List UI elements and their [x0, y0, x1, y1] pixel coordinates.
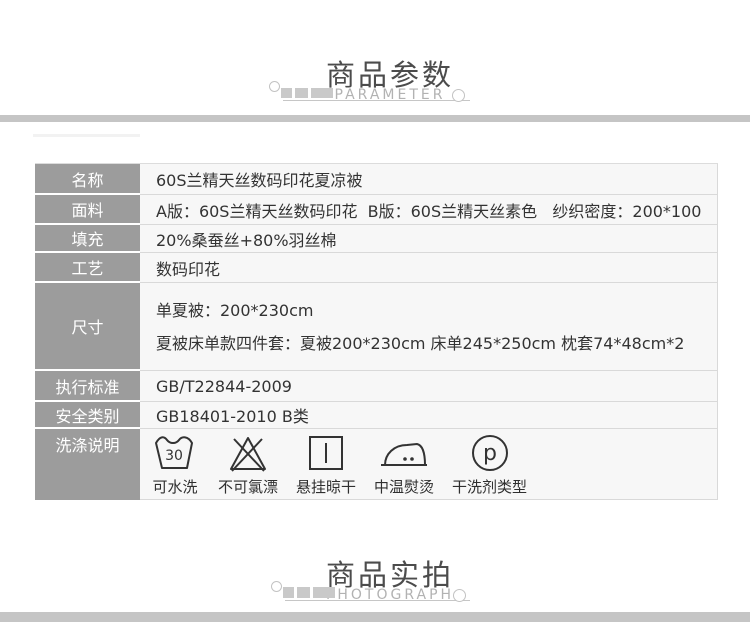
- deco-circle-left: [269, 81, 280, 92]
- table-row-craft: 工艺 数码印花: [35, 253, 718, 283]
- row-label-size: 尺寸: [35, 283, 140, 371]
- row-value-name: 60S兰精天丝数码印花夏凉被: [140, 164, 718, 195]
- iron-medium-icon: [381, 442, 428, 466]
- care-item-no-bleach: 不可氯漂: [218, 432, 278, 497]
- row-value-fabric: A版：60S兰精天丝数码印花 B版：60S兰精天丝素色 纱织密度：200*100: [140, 195, 718, 225]
- table-row-filling: 填充 20%桑蚕丝+80%羽丝棉: [35, 225, 718, 253]
- care-label: 干洗剂类型: [452, 477, 528, 496]
- dry-clean-p-icon: p: [471, 434, 508, 471]
- table-row-name: 名称 60S兰精天丝数码印花夏凉被: [35, 164, 718, 195]
- parameter-table: 名称 60S兰精天丝数码印花夏凉被 面料 A版：60S兰精天丝数码印花 B版：6…: [35, 163, 718, 500]
- deco-circle-right: [453, 589, 466, 602]
- row-label-washing: 洗涤说明: [35, 429, 140, 500]
- row-label-craft: 工艺: [35, 253, 140, 283]
- size-line-2: 夏被床单款四件套：夏被200*230cm 床单245*250cm 枕套74*48…: [156, 333, 685, 353]
- deco-square-1: [281, 88, 292, 98]
- care-item-iron-medium: 中温熨烫: [374, 432, 434, 497]
- table-row-size: 尺寸 单夏被：200*230cm 夏被床单款四件套：夏被200*230cm 床单…: [35, 283, 718, 371]
- care-item-hang-dry: 悬挂晾干: [296, 432, 356, 497]
- table-row-fabric: 面料 A版：60S兰精天丝数码印花 B版：60S兰精天丝素色 纱织密度：200*…: [35, 195, 718, 225]
- deco-square-3: [313, 587, 335, 598]
- deco-circle-left: [271, 581, 282, 592]
- row-value-washing: 30 可水洗 不可氯漂 悬挂晾干 中温熨烫 p 干洗剂类型: [140, 429, 718, 500]
- row-value-craft: 数码印花: [140, 253, 718, 283]
- faint-divider: [33, 134, 140, 137]
- deco-circle-right: [452, 89, 465, 102]
- table-row-safety: 安全类别 GB18401-2010 B类: [35, 402, 718, 429]
- row-value-size: 单夏被：200*230cm 夏被床单款四件套：夏被200*230cm 床单245…: [140, 283, 718, 371]
- care-label: 不可氯漂: [218, 477, 279, 496]
- svg-text:30: 30: [165, 448, 183, 464]
- deco-square-1: [283, 587, 294, 598]
- row-value-standard: GB/T22844-2009: [140, 371, 718, 402]
- row-label-name: 名称: [35, 164, 140, 195]
- product-parameter-page: 商品参数 PARAMETER 名称 60S兰精天丝数码印花夏凉被 面料 A版：6…: [0, 0, 750, 643]
- care-item-dry-clean: p 干洗剂类型: [452, 432, 527, 497]
- table-row-standard: 执行标准 GB/T22844-2009: [35, 371, 718, 402]
- deco-square-2: [295, 88, 308, 98]
- row-value-safety: GB18401-2010 B类: [140, 402, 718, 429]
- deco-square-3: [311, 88, 333, 98]
- deco-underline: [285, 600, 470, 601]
- row-label-standard: 执行标准: [35, 371, 140, 402]
- wash-30-icon: 30: [155, 435, 193, 469]
- row-label-safety: 安全类别: [35, 402, 140, 429]
- section-divider-bar-bottom: [0, 612, 750, 622]
- table-row-washing: 洗涤说明 30 可水洗 不可氯漂 悬挂晾干 中温熨烫 p 干洗剂类型: [35, 429, 718, 500]
- no-bleach-icon: [230, 436, 266, 472]
- care-label: 悬挂晾干: [296, 477, 357, 496]
- deco-underline: [283, 100, 470, 101]
- row-label-fabric: 面料: [35, 195, 140, 225]
- care-label: 中温熨烫: [374, 477, 435, 496]
- deco-square-2: [297, 587, 310, 598]
- row-label-filling: 填充: [35, 225, 140, 253]
- care-label: 可水洗: [152, 477, 198, 496]
- row-value-filling: 20%桑蚕丝+80%羽丝棉: [140, 225, 718, 253]
- section-divider-bar-top: [0, 115, 750, 122]
- care-item-washable: 30 可水洗: [150, 432, 200, 497]
- svg-text:p: p: [483, 441, 497, 466]
- hang-dry-icon: [309, 435, 344, 470]
- size-line-1: 单夏被：200*230cm: [156, 300, 314, 320]
